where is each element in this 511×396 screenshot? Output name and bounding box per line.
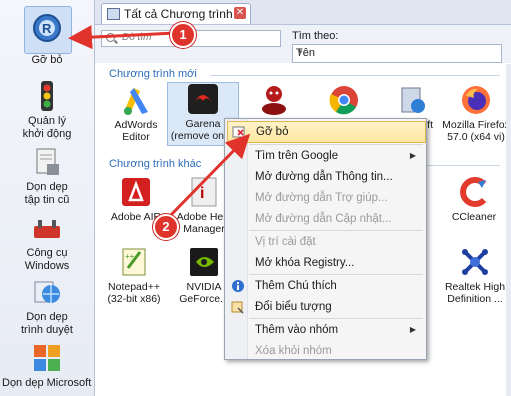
callout-2: 2 (153, 214, 179, 240)
arrow-2 (166, 133, 251, 220)
arrow-1 (68, 25, 177, 50)
callout-1: 1 (170, 22, 196, 48)
annotation-arrows (68, 25, 251, 220)
